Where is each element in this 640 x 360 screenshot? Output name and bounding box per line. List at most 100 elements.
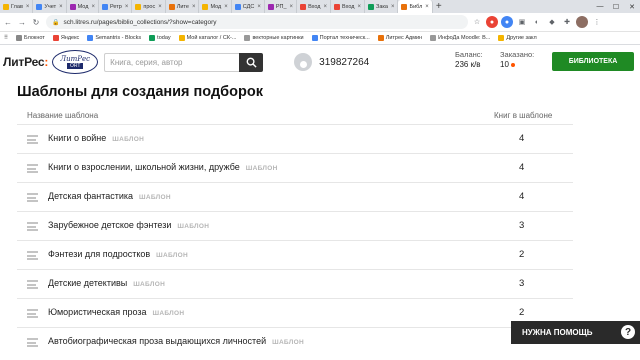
ordered-block[interactable]: Заказано: 10 <box>500 50 534 70</box>
extension-icon[interactable]: ◐ <box>531 16 543 28</box>
extension-icon[interactable]: ● <box>486 16 498 28</box>
bookmark-item[interactable]: Другие закл <box>494 35 540 41</box>
profile-avatar[interactable] <box>576 16 588 28</box>
template-row[interactable]: Автобиографическая проза выдающихся личн… <box>17 327 573 356</box>
browser-tab[interactable]: Мод × <box>67 0 99 13</box>
template-name[interactable]: Детская фантастика <box>48 191 133 201</box>
tab-close-icon[interactable]: × <box>26 4 30 10</box>
bookmark-favicon-icon <box>377 35 384 41</box>
user-id[interactable]: 319827264 <box>319 57 369 68</box>
book-count: 4 <box>519 162 525 173</box>
tab-close-icon[interactable]: × <box>125 4 129 10</box>
template-row[interactable]: Детские детективы ШАБЛОН 3 <box>17 269 573 298</box>
browser-tab[interactable]: Вход × <box>331 0 365 13</box>
template-name[interactable]: Детские детективы <box>48 278 127 288</box>
template-name[interactable]: Книги о войне <box>48 133 106 143</box>
ordered-value: 10 <box>500 60 509 69</box>
tab-favicon-icon <box>401 3 408 10</box>
template-name[interactable]: Книги о взрослении, школьной жизни, друж… <box>48 162 240 172</box>
template-tag: ШАБЛОН <box>139 194 171 201</box>
browser-tab[interactable]: Ретр × <box>99 0 133 13</box>
template-name[interactable]: Юмористическая проза <box>48 307 147 317</box>
template-tag: ШАБЛОН <box>112 136 145 143</box>
template-row[interactable]: Книги о войне ШАБЛОН 4 <box>17 124 573 153</box>
search-button[interactable] <box>239 52 264 72</box>
tab-close-icon[interactable]: × <box>391 4 395 10</box>
bookmark-item[interactable]: Литрес Админ <box>374 35 426 41</box>
tab-label: Вход <box>342 3 355 10</box>
book-count: 4 <box>519 191 525 202</box>
maximize-icon[interactable]: ☐ <box>608 0 624 13</box>
tab-label: СДС <box>242 3 255 10</box>
window-controls: — ☐ ✕ <box>592 0 640 13</box>
browser-tab[interactable]: Библ × <box>398 0 433 13</box>
template-name-wrap: Книги о взрослении, школьной жизни, друж… <box>48 162 278 172</box>
bookmark-item[interactable]: Яндекс <box>49 35 84 41</box>
bookmark-item[interactable]: векторные картинки <box>240 35 307 41</box>
new-tab-button[interactable]: + <box>433 0 445 13</box>
star-icon[interactable]: ☆ <box>471 16 483 28</box>
template-name-wrap: Автобиографическая проза выдающихся личн… <box>48 336 304 346</box>
minimize-icon[interactable]: — <box>592 0 608 13</box>
litres-logo[interactable]: ЛитРес: <box>3 55 48 69</box>
template-name[interactable]: Автобиографическая проза выдающихся личн… <box>48 336 266 346</box>
back-icon[interactable]: ← <box>2 16 14 28</box>
library-button[interactable]: БИБЛИОТЕКА <box>552 52 634 71</box>
template-row[interactable]: Юмористическая проза ШАБЛОН 2 <box>17 298 573 327</box>
column-header-count: Книг в шаблоне <box>494 111 553 120</box>
puzzle-icon[interactable]: ✚ <box>561 16 573 28</box>
bookmark-item[interactable]: today <box>145 35 174 41</box>
tab-close-icon[interactable]: × <box>257 4 261 10</box>
url-field[interactable]: 🔒 sch.litres.ru/pages/biblio_collections… <box>46 15 468 29</box>
tab-favicon-icon <box>101 3 108 10</box>
list-icon <box>27 135 38 144</box>
browser-tab[interactable]: Глав × <box>0 0 34 13</box>
search-input[interactable]: Книга, серия, автор <box>104 52 240 72</box>
browser-tab[interactable]: Учет × <box>33 0 67 13</box>
forward-icon[interactable]: → <box>16 16 28 28</box>
tab-close-icon[interactable]: × <box>425 4 429 10</box>
tab-favicon-icon <box>202 3 209 10</box>
template-row[interactable]: Детская фантастика ШАБЛОН 4 <box>17 182 573 211</box>
template-row[interactable]: Зарубежное детское фэнтези ШАБЛОН 3 <box>17 211 573 240</box>
bookmark-favicon-icon <box>498 35 505 41</box>
tab-close-icon[interactable]: × <box>224 4 228 10</box>
tab-close-icon[interactable]: × <box>158 4 162 10</box>
template-row[interactable]: Книги о взрослении, школьной жизни, друж… <box>17 153 573 182</box>
site-header: ЛитРес: ЛитРес ОRT Книга, серия, автор 3… <box>0 46 640 78</box>
bookmark-item[interactable]: Semantris - Blocks <box>83 35 145 41</box>
browser-tab[interactable]: прос × <box>132 0 166 13</box>
tab-close-icon[interactable]: × <box>324 4 328 10</box>
template-row[interactable]: Фэнтези для подростков ШАБЛОН 2 <box>17 240 573 269</box>
tab-close-icon[interactable]: × <box>59 4 63 10</box>
tab-close-icon[interactable]: × <box>192 4 196 10</box>
browser-tab[interactable]: Мод × <box>199 0 232 13</box>
bookmark-item[interactable]: Блокнот <box>12 35 49 41</box>
bookmark-item[interactable]: Портал техническ... <box>308 35 374 41</box>
bookmark-item[interactable]: ИнфоДа Moodle: В... <box>426 35 494 41</box>
browser-tab[interactable]: Зака × <box>365 0 399 13</box>
browser-tab[interactable]: РП_ × <box>265 0 298 13</box>
apps-icon[interactable]: ⠿ <box>0 35 12 41</box>
browser-tab[interactable]: Лите × <box>166 0 200 13</box>
extension-icon[interactable]: ▣ <box>516 16 528 28</box>
tab-close-icon[interactable]: × <box>290 4 294 10</box>
tab-close-icon[interactable]: × <box>357 4 361 10</box>
bookmark-item[interactable]: Мой каталог / СК-... <box>175 35 241 41</box>
extension-icon[interactable]: ◆ <box>546 16 558 28</box>
search-icon <box>246 57 257 68</box>
browser-tab[interactable]: СДС × <box>232 0 265 13</box>
tab-favicon-icon <box>69 3 76 10</box>
help-button[interactable]: НУЖНА ПОМОЩЬ ? <box>511 321 640 344</box>
reload-icon[interactable]: ↻ <box>30 16 42 28</box>
tab-close-icon[interactable]: × <box>91 4 95 10</box>
bookmark-favicon-icon <box>430 35 437 41</box>
user-avatar[interactable] <box>294 53 313 71</box>
list-icon <box>27 338 38 347</box>
close-window-icon[interactable]: ✕ <box>624 0 640 13</box>
template-name[interactable]: Фэнтези для подростков <box>48 249 150 259</box>
browser-tab[interactable]: Вход × <box>297 0 332 13</box>
template-name[interactable]: Зарубежное детское фэнтези <box>48 220 171 230</box>
extension-icon[interactable]: ● <box>501 16 513 28</box>
menu-icon[interactable]: ⋮ <box>591 16 603 28</box>
